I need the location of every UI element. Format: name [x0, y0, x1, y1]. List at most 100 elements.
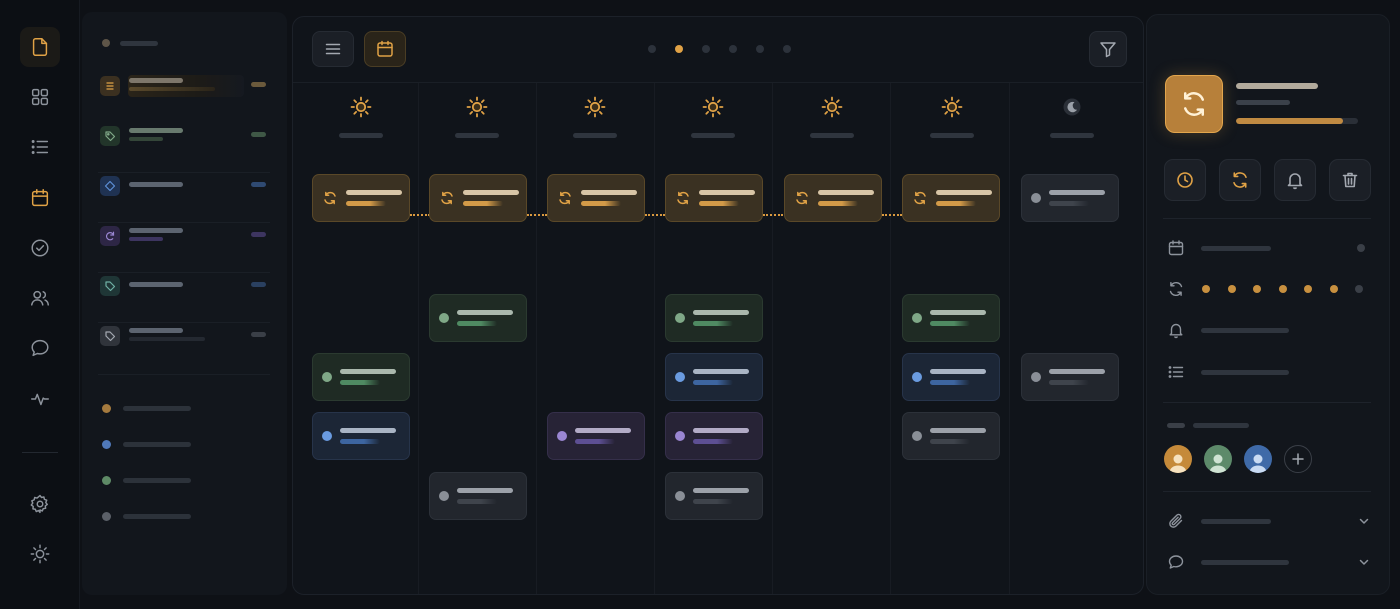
detail-divider	[1163, 402, 1371, 403]
calendar-view-button[interactable]	[364, 31, 406, 67]
event-title	[693, 369, 749, 374]
event-time	[699, 201, 739, 206]
avatar[interactable]	[1244, 445, 1272, 473]
event-card[interactable]	[429, 472, 527, 520]
add-attendee-button[interactable]	[1284, 445, 1312, 473]
recurring-event-card[interactable]	[784, 174, 882, 222]
event-time	[457, 321, 497, 326]
reminder-row[interactable]	[1167, 321, 1289, 339]
activity-icon	[31, 393, 49, 406]
recurring-event-card[interactable]	[665, 174, 763, 222]
column-divider	[654, 83, 655, 594]
nav-activity[interactable]	[20, 379, 60, 419]
pager-dot[interactable]	[648, 45, 656, 53]
gear-icon	[30, 494, 48, 514]
event-color-dot	[1031, 193, 1041, 203]
list-item[interactable]	[98, 116, 270, 156]
recurring-event-card[interactable]	[902, 174, 1000, 222]
event-card[interactable]	[665, 472, 763, 520]
attachments-row[interactable]	[1167, 512, 1371, 530]
recurring-event-card[interactable]	[312, 174, 410, 222]
avatar[interactable]	[1204, 445, 1232, 473]
person-icon	[1169, 454, 1187, 473]
delete-button[interactable]	[1329, 159, 1371, 201]
person-icon	[1249, 454, 1267, 473]
nav-calendar[interactable]	[20, 178, 60, 218]
chevron-down-icon[interactable]	[1357, 555, 1371, 569]
nav-tasks[interactable]	[20, 228, 60, 268]
event-card[interactable]	[902, 412, 1000, 460]
reminder-button[interactable]	[1274, 159, 1316, 201]
legend-item[interactable]	[102, 512, 191, 521]
nav-dashboard[interactable]	[20, 77, 60, 117]
repeat-button[interactable]	[1219, 159, 1261, 201]
legend-item[interactable]	[102, 440, 191, 449]
event-card[interactable]	[902, 294, 1000, 342]
users-icon	[31, 290, 49, 306]
refresh-icon	[1169, 281, 1183, 297]
event-card[interactable]	[1021, 353, 1119, 401]
nav-list[interactable]	[20, 127, 60, 167]
pager-dot[interactable]	[702, 45, 710, 53]
event-card[interactable]	[312, 412, 410, 460]
list-item-count	[251, 182, 266, 187]
event-time	[936, 201, 976, 206]
day-label	[1050, 133, 1094, 138]
list-item-count	[251, 232, 266, 237]
pager-dot[interactable]	[756, 45, 764, 53]
recurrence-row[interactable]	[1167, 280, 1363, 298]
filter-button[interactable]	[1089, 31, 1127, 67]
comments-row[interactable]	[1167, 553, 1371, 571]
chevron-down-icon[interactable]	[1357, 514, 1371, 528]
event-card[interactable]	[429, 294, 527, 342]
tag-icon	[104, 180, 116, 192]
list-view-button[interactable]	[312, 31, 354, 67]
refresh-icon	[1184, 92, 1204, 116]
event-color-dot	[675, 313, 685, 323]
bell-icon	[1287, 173, 1303, 190]
event-time	[575, 439, 615, 444]
list-icon	[31, 140, 49, 154]
list-item[interactable]	[98, 316, 270, 356]
refresh-icon	[559, 191, 571, 205]
event-time	[930, 321, 970, 326]
pager-dot[interactable]	[783, 45, 791, 53]
recurring-event-card[interactable]	[547, 174, 645, 222]
column-divider	[772, 83, 773, 594]
recurring-event-card[interactable]	[429, 174, 527, 222]
legend-item[interactable]	[102, 404, 191, 413]
recurrence-step-dot	[1253, 285, 1261, 293]
theme-toggle[interactable]	[20, 534, 60, 574]
recurrence-link	[527, 214, 547, 216]
date-row[interactable]	[1167, 239, 1365, 257]
event-card[interactable]	[902, 353, 1000, 401]
nav-documents[interactable]	[20, 27, 60, 67]
list-item[interactable]	[98, 216, 270, 256]
pager-dot-current[interactable]	[675, 45, 683, 53]
event-title	[581, 190, 637, 195]
event-title	[930, 310, 986, 315]
nav-messages[interactable]	[20, 328, 60, 368]
legend-item[interactable]	[102, 476, 191, 485]
pager-dot[interactable]	[729, 45, 737, 53]
nav-people[interactable]	[20, 278, 60, 318]
event-color-dot	[322, 431, 332, 441]
event-title	[693, 428, 749, 433]
event-card[interactable]	[547, 412, 645, 460]
event-card[interactable]	[312, 353, 410, 401]
paperclip-icon	[1169, 513, 1183, 528]
event-card[interactable]	[665, 412, 763, 460]
event-card[interactable]	[665, 353, 763, 401]
list-item[interactable]	[98, 266, 270, 306]
reschedule-button[interactable]	[1164, 159, 1206, 201]
event-card[interactable]	[665, 294, 763, 342]
list-item[interactable]	[98, 166, 270, 206]
nav-settings[interactable]	[20, 484, 60, 524]
avatar[interactable]	[1164, 445, 1192, 473]
menu-icon	[325, 43, 341, 55]
list-item-selected[interactable]	[98, 66, 270, 106]
event-card[interactable]	[1021, 174, 1119, 222]
event-title	[340, 428, 396, 433]
checklist-row[interactable]	[1167, 363, 1289, 381]
sun-icon	[702, 96, 724, 118]
